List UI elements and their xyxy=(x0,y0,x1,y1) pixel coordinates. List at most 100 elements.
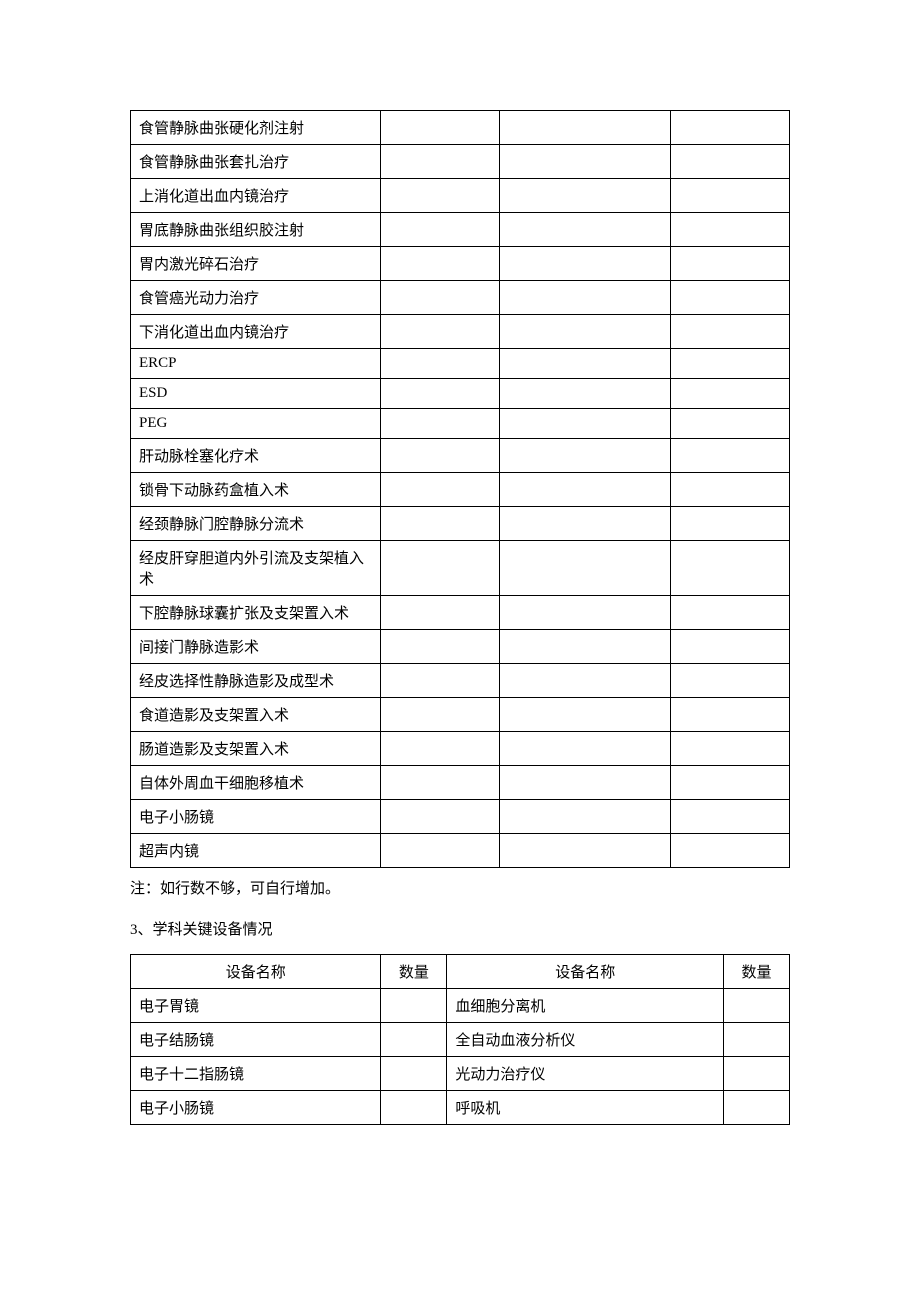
procedure-col3-cell xyxy=(500,596,671,630)
procedure-col3-cell xyxy=(500,834,671,868)
equipment-qty-cell xyxy=(724,1091,790,1125)
procedure-name-cell: 肠道造影及支架置入术 xyxy=(131,732,381,766)
equipment-header-name-1: 设备名称 xyxy=(131,955,381,989)
procedure-name-cell: 间接门静脉造影术 xyxy=(131,630,381,664)
equipment-qty-cell xyxy=(381,1057,447,1091)
procedure-name-cell: ESD xyxy=(131,379,381,409)
procedure-col3-cell xyxy=(500,315,671,349)
table-row: 食管静脉曲张套扎治疗 xyxy=(131,145,790,179)
procedure-name-cell: 电子小肠镜 xyxy=(131,800,381,834)
procedure-name-cell: 胃内激光碎石治疗 xyxy=(131,247,381,281)
procedure-col3-cell xyxy=(500,800,671,834)
procedure-col2-cell xyxy=(381,834,500,868)
equipment-qty-cell xyxy=(724,1057,790,1091)
procedure-col3-cell xyxy=(500,439,671,473)
equipment-name-cell: 光动力治疗仪 xyxy=(447,1057,724,1091)
procedure-col4-cell xyxy=(671,541,790,596)
equipment-qty-cell xyxy=(381,1023,447,1057)
table-row: 经颈静脉门腔静脉分流术 xyxy=(131,507,790,541)
procedure-col2-cell xyxy=(381,379,500,409)
equipment-table-body: 电子胃镜血细胞分离机电子结肠镜全自动血液分析仪电子十二指肠镜光动力治疗仪电子小肠… xyxy=(131,989,790,1125)
procedure-col3-cell xyxy=(500,213,671,247)
equipment-name-cell: 电子胃镜 xyxy=(131,989,381,1023)
procedure-col2-cell xyxy=(381,698,500,732)
equipment-table: 设备名称 数量 设备名称 数量 电子胃镜血细胞分离机电子结肠镜全自动血液分析仪电… xyxy=(130,954,790,1125)
table-row: 电子十二指肠镜 光动力治疗仪 xyxy=(131,1057,790,1091)
procedure-col3-cell xyxy=(500,766,671,800)
procedure-name-cell: 超声内镜 xyxy=(131,834,381,868)
procedure-name-cell: 食管癌光动力治疗 xyxy=(131,281,381,315)
procedure-col4-cell xyxy=(671,247,790,281)
table-row: 电子小肠镜 xyxy=(131,800,790,834)
procedure-col2-cell xyxy=(381,732,500,766)
procedure-name-cell: ERCP xyxy=(131,349,381,379)
procedure-col4-cell xyxy=(671,630,790,664)
table-row: 食管癌光动力治疗 xyxy=(131,281,790,315)
procedure-name-cell: 自体外周血干细胞移植术 xyxy=(131,766,381,800)
table-row: 经皮选择性静脉造影及成型术 xyxy=(131,664,790,698)
procedure-name-cell: 上消化道出血内镜治疗 xyxy=(131,179,381,213)
equipment-name-cell: 血细胞分离机 xyxy=(447,989,724,1023)
table-row: 肠道造影及支架置入术 xyxy=(131,732,790,766)
procedures-table: 食管静脉曲张硬化剂注射食管静脉曲张套扎治疗上消化道出血内镜治疗胃底静脉曲张组织胶… xyxy=(130,110,790,868)
table-row: 食管静脉曲张硬化剂注射 xyxy=(131,111,790,145)
procedure-col2-cell xyxy=(381,766,500,800)
procedure-col4-cell xyxy=(671,834,790,868)
procedure-col2-cell xyxy=(381,473,500,507)
procedure-col3-cell xyxy=(500,247,671,281)
procedure-col3-cell xyxy=(500,349,671,379)
equipment-qty-cell xyxy=(724,989,790,1023)
procedure-col2-cell xyxy=(381,409,500,439)
equipment-header-row: 设备名称 数量 设备名称 数量 xyxy=(131,955,790,989)
procedure-name-cell: 食管静脉曲张套扎治疗 xyxy=(131,145,381,179)
procedure-col4-cell xyxy=(671,439,790,473)
section-3-title: 3、学科关键设备情况 xyxy=(130,917,790,944)
procedure-name-cell: 经颈静脉门腔静脉分流术 xyxy=(131,507,381,541)
procedure-col3-cell xyxy=(500,664,671,698)
equipment-name-cell: 电子十二指肠镜 xyxy=(131,1057,381,1091)
procedure-col2-cell xyxy=(381,179,500,213)
procedure-name-cell: 食道造影及支架置入术 xyxy=(131,698,381,732)
procedure-col3-cell xyxy=(500,145,671,179)
equipment-name-cell: 电子小肠镜 xyxy=(131,1091,381,1125)
procedure-col2-cell xyxy=(381,800,500,834)
equipment-name-cell: 电子结肠镜 xyxy=(131,1023,381,1057)
table-row: ESD xyxy=(131,379,790,409)
procedure-col4-cell xyxy=(671,213,790,247)
procedure-col4-cell xyxy=(671,507,790,541)
procedure-col3-cell xyxy=(500,281,671,315)
procedure-col3-cell xyxy=(500,630,671,664)
procedure-col3-cell xyxy=(500,473,671,507)
equipment-header-qty-2: 数量 xyxy=(724,955,790,989)
procedure-col2-cell xyxy=(381,507,500,541)
table-row: 上消化道出血内镜治疗 xyxy=(131,179,790,213)
procedure-col2-cell xyxy=(381,111,500,145)
procedure-col2-cell xyxy=(381,439,500,473)
procedure-col3-cell xyxy=(500,409,671,439)
procedure-col4-cell xyxy=(671,315,790,349)
table-note: 注：如行数不够，可自行增加。 xyxy=(130,876,790,903)
procedure-col2-cell xyxy=(381,213,500,247)
table-row: 电子胃镜 血细胞分离机 xyxy=(131,989,790,1023)
procedure-col2-cell xyxy=(381,541,500,596)
procedure-col3-cell xyxy=(500,179,671,213)
table-row: 肝动脉栓塞化疗术 xyxy=(131,439,790,473)
procedure-col3-cell xyxy=(500,379,671,409)
procedure-name-cell: 锁骨下动脉药盒植入术 xyxy=(131,473,381,507)
procedure-col3-cell xyxy=(500,111,671,145)
procedure-col3-cell xyxy=(500,698,671,732)
table-row: 自体外周血干细胞移植术 xyxy=(131,766,790,800)
procedure-col3-cell xyxy=(500,541,671,596)
procedure-name-cell: 经皮肝穿胆道内外引流及支架植入术 xyxy=(131,541,381,596)
procedure-col3-cell xyxy=(500,507,671,541)
procedure-col4-cell xyxy=(671,473,790,507)
table-row: 间接门静脉造影术 xyxy=(131,630,790,664)
procedure-col2-cell xyxy=(381,630,500,664)
procedure-name-cell: 经皮选择性静脉造影及成型术 xyxy=(131,664,381,698)
table-row: ERCP xyxy=(131,349,790,379)
table-row: PEG xyxy=(131,409,790,439)
procedure-name-cell: PEG xyxy=(131,409,381,439)
procedure-name-cell: 下消化道出血内镜治疗 xyxy=(131,315,381,349)
table-row: 经皮肝穿胆道内外引流及支架植入术 xyxy=(131,541,790,596)
procedure-name-cell: 胃底静脉曲张组织胶注射 xyxy=(131,213,381,247)
